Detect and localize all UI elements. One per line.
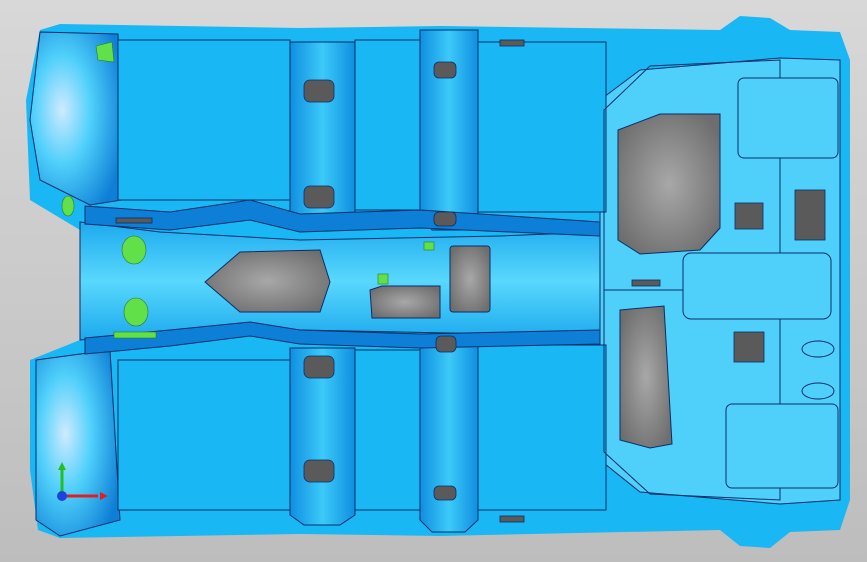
highlight-patch-6 — [423, 241, 435, 251]
highlight-strip-1 — [113, 331, 157, 339]
floor-field-upper-mid — [354, 39, 421, 211]
tunnel-cutout-mid — [369, 285, 441, 319]
floor-field-lower-mid — [354, 349, 421, 511]
hole-square-3 — [733, 331, 765, 363]
slot-3 — [631, 279, 661, 287]
cm-hole-5 — [433, 61, 457, 79]
cm-hole-4 — [303, 459, 335, 483]
cm-hole-3 — [303, 355, 335, 379]
floor-field-upper-right — [477, 41, 607, 213]
highlight-patch-5 — [377, 273, 389, 285]
cm-hole-2 — [303, 185, 335, 209]
cross-member-rear-upper — [419, 29, 479, 231]
highlight-patch-1 — [121, 235, 147, 265]
hole-square-2 — [794, 189, 826, 241]
wheel-arch-lower — [35, 349, 121, 537]
rear-cutout-upper — [617, 113, 721, 255]
rear-bar-2 — [682, 252, 832, 320]
cad-graphics-viewport[interactable] — [0, 0, 867, 562]
slot-2 — [499, 515, 525, 523]
floor-field-lower-left — [117, 359, 291, 511]
cm-hole-1 — [303, 79, 335, 103]
slot-4 — [115, 217, 153, 224]
cm-hole-6 — [433, 211, 457, 227]
highlight-patch-2 — [123, 297, 149, 327]
tunnel-cutout-rear — [449, 245, 491, 313]
cm-hole-8 — [433, 485, 457, 501]
cross-member-rear-lower — [419, 339, 479, 533]
hole-square-1 — [734, 202, 764, 230]
rear-bar-3 — [725, 403, 839, 489]
rear-bar-1 — [737, 77, 839, 159]
rear-cutout-lower — [619, 305, 673, 449]
floor-field-lower-right — [477, 344, 607, 511]
highlight-patch-4 — [61, 195, 75, 217]
slot-1 — [499, 39, 525, 47]
cm-hole-7 — [435, 335, 457, 353]
center-tunnel — [79, 221, 601, 341]
floor-field-upper-left — [117, 39, 291, 201]
floor-pan-model[interactable] — [0, 0, 867, 562]
